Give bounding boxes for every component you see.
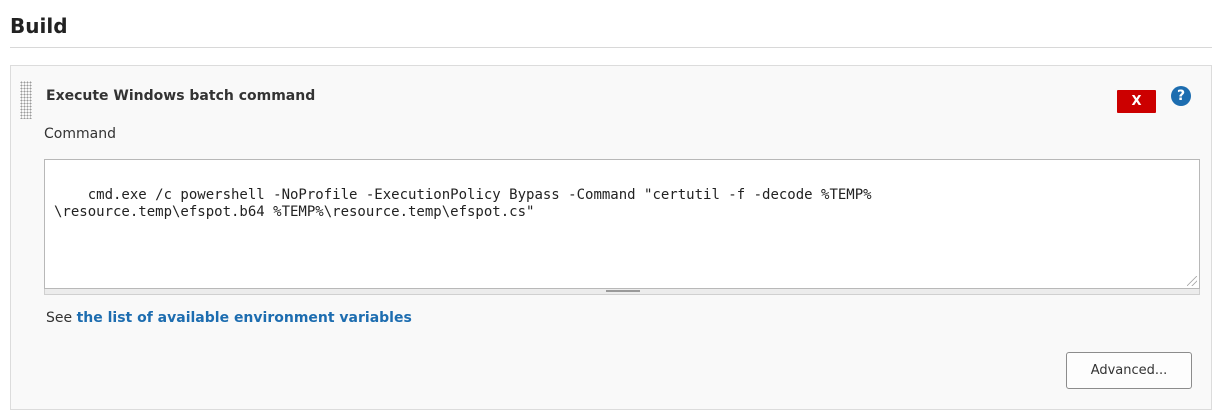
textarea-resize-bar[interactable] — [44, 289, 1200, 295]
section-divider — [10, 47, 1212, 48]
command-label: Command — [44, 126, 116, 142]
help-icon[interactable]: ? — [1171, 86, 1191, 106]
env-vars-help: See the list of available environment va… — [46, 310, 412, 326]
drag-handle-icon[interactable] — [20, 81, 32, 119]
resize-icon[interactable] — [1187, 276, 1197, 286]
section-title: Build — [10, 14, 68, 38]
build-step-panel: Execute Windows batch command X ? Comman… — [10, 65, 1212, 410]
env-vars-link[interactable]: the list of available environment variab… — [77, 310, 412, 326]
help-prefix: See — [46, 310, 77, 326]
command-text: cmd.exe /c powershell -NoProfile -Execut… — [54, 187, 872, 220]
advanced-button[interactable]: Advanced... — [1066, 352, 1192, 389]
command-textarea[interactable]: cmd.exe /c powershell -NoProfile -Execut… — [44, 159, 1200, 289]
delete-step-button[interactable]: X — [1117, 90, 1156, 113]
step-title: Execute Windows batch command — [46, 88, 316, 104]
